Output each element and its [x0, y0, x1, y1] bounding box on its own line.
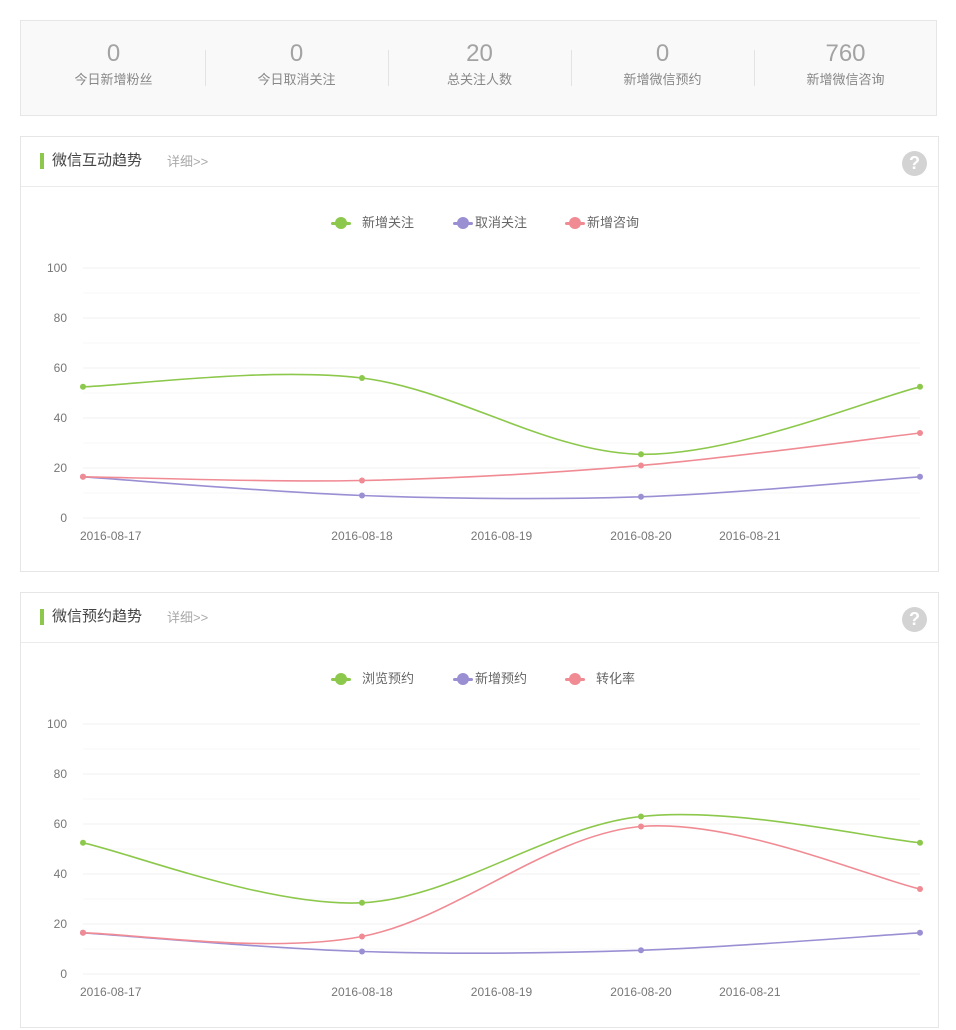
y-tick-label: 100 [47, 261, 67, 275]
stat-total-followers: 20 总关注人数 [388, 21, 571, 115]
stats-summary: 0 今日新增粉丝 0 今日取消关注 20 总关注人数 0 新增微信预约 760 … [20, 20, 937, 116]
x-tick-label: 2016-08-18 [331, 529, 393, 543]
x-tick-label: 2016-08-20 [610, 529, 672, 543]
series-line [82, 373, 921, 456]
x-tick-label: 2016-08-18 [331, 985, 393, 999]
stat-label: 新增微信咨询 [806, 72, 885, 87]
data-point [359, 933, 365, 940]
y-tick-label: 80 [54, 311, 68, 325]
data-point [359, 375, 365, 381]
data-point [917, 839, 923, 846]
data-point [638, 462, 644, 469]
data-point [917, 430, 923, 436]
x-tick-label: 2016-08-20 [610, 985, 672, 999]
x-tick-label: 2016-08-17 [80, 529, 142, 543]
y-tick-label: 100 [47, 717, 67, 731]
stat-new-consults: 760 新增微信咨询 [754, 21, 937, 115]
y-tick-label: 80 [54, 767, 68, 781]
series-line [82, 932, 921, 955]
y-tick-label: 60 [54, 361, 68, 375]
x-tick-label: 2016-08-21 [719, 985, 781, 999]
y-tick-label: 60 [54, 817, 68, 831]
data-point [638, 813, 644, 820]
data-point [917, 886, 923, 892]
data-point [638, 451, 644, 458]
data-point [359, 477, 365, 484]
data-point [638, 823, 644, 830]
data-point [638, 493, 644, 500]
series-line [82, 432, 921, 482]
stat-new-bookings: 0 新增微信预约 [571, 21, 754, 115]
data-point [359, 948, 365, 955]
data-point [917, 929, 923, 936]
booking-trend-panel: 微信预约趋势 详细>> ? 浏览预约 新增预约 转化率 0 20 40 60 80 100… [20, 592, 939, 1028]
data-point [917, 473, 923, 480]
data-point [80, 473, 86, 480]
y-tick-label: 40 [54, 867, 68, 881]
stat-new-fans: 0 今日新增粉丝 [22, 21, 205, 115]
stat-label: 总关注人数 [446, 72, 512, 87]
x-tick-label: 2016-08-19 [471, 985, 533, 999]
interaction-trend-panel: 微信互动趋势 详细>> ? 新增关注 取消关注 新增咨询 0 20 40 60 80 10… [20, 136, 939, 572]
y-tick-label: 0 [60, 511, 67, 525]
x-tick-label: 2016-08-17 [80, 985, 142, 999]
stat-label: 今日新增粉丝 [74, 72, 153, 87]
y-tick-label: 40 [54, 411, 68, 425]
data-point [80, 839, 86, 846]
data-point [80, 383, 86, 390]
y-tick-label: 0 [60, 967, 67, 981]
series-line [82, 813, 921, 904]
y-tick-label: 20 [54, 461, 68, 475]
interaction-trend-chart: 0 20 40 60 80 100 2016-08-17 2016-08-18 2016-08-… [47, 261, 923, 543]
x-tick-label: 2016-08-19 [471, 529, 533, 543]
stat-value: 0 [106, 40, 121, 67]
stat-value: 0 [655, 40, 670, 67]
stat-unfollows: 0 今日取消关注 [205, 21, 388, 115]
series-line [82, 824, 921, 945]
stat-label: 新增微信预约 [623, 72, 702, 87]
stat-value: 0 [289, 40, 304, 67]
y-tick-label: 20 [54, 917, 68, 931]
data-point [638, 947, 644, 954]
booking-trend-chart: 0 20 40 60 80 100 2016-08-17 2016-08-18 2016-08-… [47, 717, 923, 999]
stat-label: 今日取消关注 [257, 72, 336, 87]
data-point [359, 899, 365, 906]
data-point [80, 929, 86, 936]
data-point [917, 383, 923, 390]
stat-value: 760 [825, 40, 866, 67]
data-point [359, 492, 365, 499]
x-tick-label: 2016-08-21 [719, 529, 781, 543]
stat-value: 20 [466, 40, 493, 67]
